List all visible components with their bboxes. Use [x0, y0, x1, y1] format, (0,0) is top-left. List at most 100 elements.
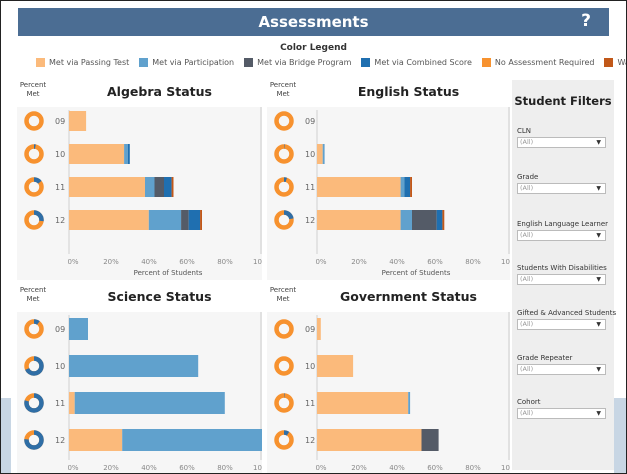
- row-label: 09: [305, 117, 315, 126]
- grade-dropdown[interactable]: (All) ▼: [517, 183, 606, 194]
- bar-segment: [412, 210, 437, 230]
- row-label: 11: [55, 399, 65, 408]
- filter-students-with-disabilities: Students With Disabilities (All) ▼: [517, 264, 612, 285]
- x-tick-label: 0%: [315, 258, 326, 266]
- x-tick-label: 80%: [217, 258, 233, 266]
- dropdown-value: (All): [520, 184, 534, 192]
- x-tick-label: 20%: [351, 258, 367, 266]
- english-status-panel: Percent Met English Status 09 10 11 12 0% 20%…: [267, 80, 510, 280]
- legend-swatch: [139, 58, 149, 67]
- legend-swatch: [361, 58, 371, 67]
- bar-segment: [408, 392, 411, 414]
- x-tick-label: 80%: [465, 258, 481, 266]
- bar-segment: [200, 210, 202, 230]
- x-tick-label: 0%: [315, 464, 326, 472]
- bar-segment: [442, 210, 445, 230]
- x-tick-label: 40%: [141, 464, 157, 472]
- x-tick-label: 100%: [253, 464, 262, 472]
- bar-segment: [317, 210, 401, 230]
- row-label: 12: [305, 216, 315, 225]
- bar-segment: [127, 144, 130, 164]
- x-tick-label: 40%: [141, 258, 157, 266]
- legend-label: Met via Participation: [152, 58, 235, 67]
- x-tick-label: 40%: [389, 464, 405, 472]
- legend-swatch: [244, 58, 254, 67]
- student-filters-panel: Student Filters CLN (All) ▼ Grade (All) ▼ …: [512, 80, 617, 470]
- dropdown-value: (All): [520, 138, 534, 146]
- row-label: 10: [55, 150, 65, 159]
- x-tick-label: 60%: [179, 258, 195, 266]
- bar-segment: [181, 210, 189, 230]
- x-tick-label: 0%: [67, 464, 78, 472]
- cohort-dropdown[interactable]: (All) ▼: [517, 408, 606, 419]
- science-status-panel: Percent Met Science Status 09 10 11 12 0% 20%…: [17, 285, 262, 474]
- bar-segment: [404, 177, 411, 197]
- dropdown-value: (All): [520, 365, 534, 373]
- x-tick-label: 100%: [501, 258, 510, 266]
- help-button[interactable]: ?: [581, 11, 591, 31]
- row-label: 11: [55, 183, 65, 192]
- dropdown-value: (All): [520, 320, 534, 328]
- government-status-chart: 09 10 11 12 0% 20% 40% 60% 80% 100%: [274, 312, 510, 472]
- science-status-chart: 09 10 11 12 0% 20% 40% 60% 80% 100%: [24, 312, 262, 472]
- bar-segment: [317, 392, 409, 414]
- percent-met-donut: [274, 319, 294, 339]
- filter-grade: Grade (All) ▼: [517, 173, 612, 194]
- right-background-strip: [614, 398, 627, 474]
- legend-item: Met via Passing Test: [36, 58, 129, 67]
- bar-segment: [188, 210, 201, 230]
- left-background-strip: [0, 398, 11, 474]
- x-tick-label: 100%: [501, 464, 510, 472]
- algebra-status-chart: 09 10 11 12 0% 20% 40% 60% 80% 100% Percent of Stu…: [24, 107, 262, 277]
- filter-label: CLN: [517, 127, 532, 135]
- bar-segment: [164, 177, 172, 197]
- x-axis-label: Percent of Students: [134, 269, 203, 277]
- legend-item: Waiver: [604, 58, 627, 67]
- legend-label: No Assessment Required: [494, 58, 595, 67]
- chevron-down-icon: ▼: [596, 185, 601, 192]
- x-tick-label: 60%: [179, 464, 195, 472]
- legend-item: Met via Bridge Program: [244, 58, 351, 67]
- x-tick-label: 100%: [253, 258, 262, 266]
- grade-repeater-dropdown[interactable]: (All) ▼: [517, 364, 606, 375]
- chevron-down-icon: ▼: [596, 139, 601, 146]
- filter-label: Students With Disabilities: [517, 264, 607, 272]
- x-tick-label: 20%: [103, 464, 119, 472]
- english-status-chart: 09 10 11 12 0% 20% 40% 60% 80% 100% Percent of Stu…: [274, 107, 510, 277]
- algebra-status-panel: Percent Met Algebra Status 09 10 11 12 0% 20%…: [17, 80, 262, 280]
- filter-label: Gifted & Advanced Students: [517, 309, 617, 317]
- english-language-learner-dropdown[interactable]: (All) ▼: [517, 230, 606, 241]
- filter-label: Cohort: [517, 398, 541, 406]
- bar-segment: [69, 355, 199, 377]
- gifted-advanced-students-dropdown[interactable]: (All) ▼: [517, 319, 606, 330]
- bar-segment: [154, 177, 164, 197]
- x-tick-label: 80%: [217, 464, 233, 472]
- row-label: 11: [305, 183, 315, 192]
- bar-segment: [317, 355, 354, 377]
- x-tick-label: 80%: [465, 464, 481, 472]
- cln-dropdown[interactable]: (All) ▼: [517, 137, 606, 148]
- legend-swatch: [36, 58, 45, 67]
- filter-label: Grade Repeater: [517, 354, 573, 362]
- legend-item: No Assessment Required: [481, 58, 595, 67]
- legend-label: Met via Passing Test: [49, 58, 130, 67]
- page-title: Assessments: [258, 13, 369, 31]
- filter-english-language-learner: English Language Learner (All) ▼: [517, 220, 612, 241]
- government-status-panel: Percent Met Government Status 09 10 11 12 0%…: [267, 285, 510, 474]
- chevron-down-icon: ▼: [596, 366, 601, 373]
- bar-segment: [69, 144, 125, 164]
- x-tick-label: 20%: [351, 464, 367, 472]
- bar-segment: [436, 210, 443, 230]
- legend-swatch: [604, 58, 614, 67]
- chevron-down-icon: ▼: [596, 276, 601, 283]
- bar-segment: [74, 392, 225, 414]
- bar-segment: [317, 318, 321, 340]
- students-with-disabilities-dropdown[interactable]: (All) ▼: [517, 274, 606, 285]
- filter-grade-repeater: Grade Repeater (All) ▼: [517, 354, 612, 375]
- bar-segment: [322, 144, 325, 164]
- bar-segment: [69, 392, 75, 414]
- x-tick-label: 0%: [67, 258, 78, 266]
- percent-met-donut: [274, 144, 294, 164]
- percent-met-donut: [24, 111, 44, 131]
- row-label: 12: [55, 216, 65, 225]
